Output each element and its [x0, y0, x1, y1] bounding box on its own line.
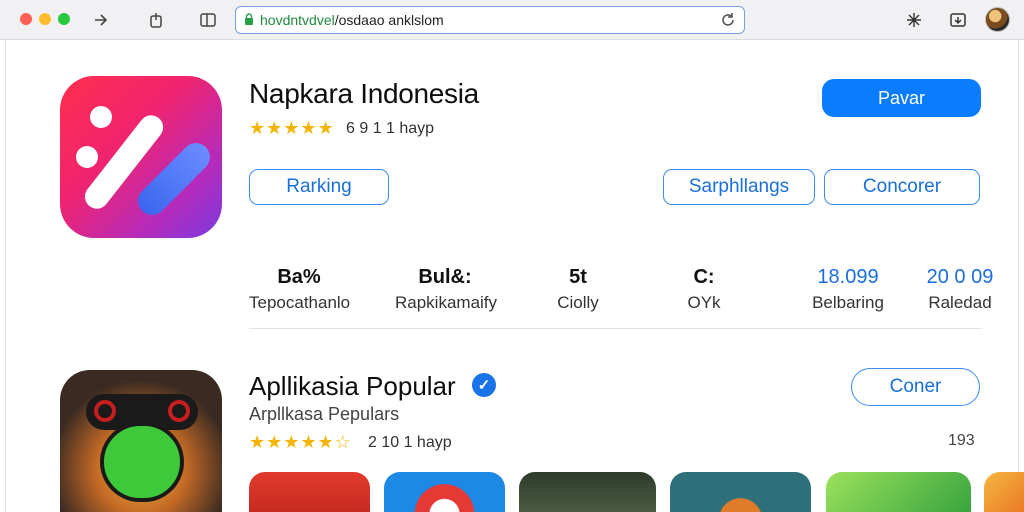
app-thumbnail[interactable] [519, 472, 656, 512]
ranking-button[interactable]: Rarking [249, 169, 389, 205]
app-thumbnail[interactable] [984, 472, 1024, 512]
rating-stars-icon: ★★★★★ [249, 118, 335, 138]
extensions-icon[interactable] [902, 8, 926, 32]
stat-value: 20 0 09 [926, 266, 994, 288]
rating-stars-icon: ★★★★★☆ [249, 432, 352, 452]
lock-icon [245, 13, 253, 25]
zoom-window-button[interactable] [58, 13, 70, 25]
stat-value: 18.099 [817, 266, 879, 288]
rating-text: 6 9 1 1 hayp [346, 120, 435, 137]
open-button[interactable]: Coner [851, 368, 980, 406]
app-title: Napkara Indonesia [249, 78, 479, 109]
divider [249, 328, 981, 329]
stat-value: C: [693, 266, 715, 288]
app-thumbnail[interactable] [249, 472, 370, 512]
stat-value: Ba% [277, 266, 321, 288]
app-icon [60, 76, 222, 238]
url-text: hovdntvdvel/osdaao anklslom [260, 12, 444, 28]
stat-label: Raledad [928, 293, 992, 312]
browser-toolbar: hovdntvdvel/osdaao anklslom [0, 0, 1024, 40]
stat-label: Belbaring [812, 293, 884, 312]
section-title: Apllikasia Popular [249, 371, 456, 401]
url-path: /osdaao anklslom [334, 12, 444, 28]
get-button[interactable]: Pavar [822, 79, 981, 117]
stat-label: Ciolly [557, 293, 599, 312]
stat-label: Tepocathanlo [249, 293, 351, 312]
stat-value: Bul&: [418, 266, 472, 288]
section-subtitle: Arpllkasa Pepulars [249, 404, 400, 424]
download-icon[interactable] [946, 8, 970, 32]
stat-item: C: OYk [664, 266, 744, 313]
stat-label: Rapkikamaify [395, 293, 498, 312]
minimize-window-button[interactable] [39, 13, 51, 25]
app-thumbnail[interactable] [670, 472, 811, 512]
address-bar[interactable]: hovdntvdvel/osdaao anklslom [235, 6, 745, 34]
stat-label: OYk [687, 293, 721, 312]
reload-icon[interactable] [718, 10, 738, 30]
avatar[interactable] [985, 7, 1010, 32]
stat-item: 20 0 09 Raledad [916, 266, 1004, 313]
stat-item: Ba% Tepocathanlo [249, 266, 351, 313]
sidebar-icon[interactable] [196, 8, 220, 32]
stat-item: Bul&: Rapkikamaify [395, 266, 498, 313]
stat-item: 18.099 Belbaring [800, 266, 896, 313]
popular-app-icon [60, 370, 222, 512]
forward-arrow-icon[interactable] [89, 8, 113, 32]
stat-item: 5t Ciolly [538, 266, 618, 313]
verified-badge-icon: ✓ [472, 373, 496, 397]
stat-value: 5t [569, 266, 587, 288]
screenshots-button[interactable]: Sarphllangs [663, 169, 815, 205]
rating-text: 2 10 1 hayp [368, 434, 452, 451]
app-thumbnail[interactable] [384, 472, 505, 512]
url-host: hovdntvdvel [260, 12, 335, 28]
app-thumbnail[interactable] [826, 472, 971, 512]
share-icon[interactable] [144, 8, 168, 32]
count-label: 193 [948, 432, 975, 449]
close-window-button[interactable] [20, 13, 32, 25]
connect-button[interactable]: Concorer [824, 169, 980, 205]
